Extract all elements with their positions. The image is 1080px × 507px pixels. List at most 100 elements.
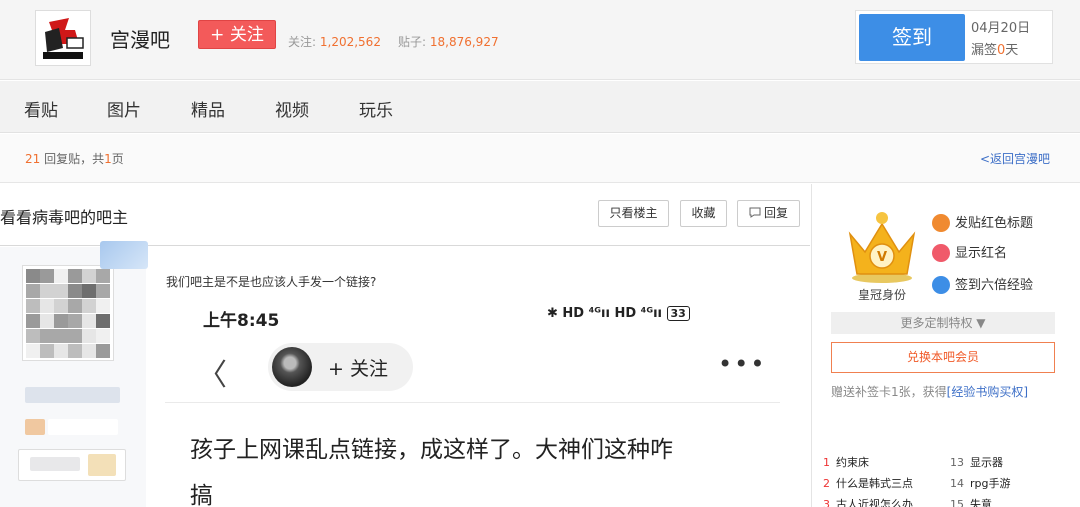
- hot-rank: 13: [950, 456, 964, 469]
- avatar-pixel: [40, 329, 54, 343]
- only-op-button[interactable]: 只看楼主: [598, 200, 669, 227]
- avatar-pixel: [54, 269, 68, 283]
- post-text: 我们吧主是不是也应该人手发一个链接?: [166, 275, 377, 289]
- avatar-pixel: [54, 314, 68, 328]
- avatar-pixel: [68, 299, 82, 313]
- gift-text: 赠送补签卡1张，获得: [831, 385, 947, 399]
- favorite-button[interactable]: 收藏: [680, 200, 727, 227]
- phone-follow-label: + 关注: [328, 358, 388, 380]
- nav-tab-fun[interactable]: 玩乐: [359, 96, 393, 121]
- member-badge-text: [30, 457, 80, 471]
- hot-topic[interactable]: 13 显示器: [950, 454, 1003, 470]
- back-to-forum-link[interactable]: <返回宫漫吧: [980, 150, 1050, 167]
- phone-time: 上午8:45: [203, 311, 280, 331]
- hot-rank: 1: [823, 456, 830, 469]
- post-stat: 贴子: 18,876,927: [398, 33, 499, 50]
- sign-in-button[interactable]: 签到: [859, 14, 965, 61]
- signal-icons: ✱ HD ⁴ᴳıı HD ⁴ᴳıı: [547, 306, 662, 321]
- follow-forum-button[interactable]: + 关注: [198, 20, 276, 49]
- hot-label: 古人近视怎么办: [836, 498, 913, 507]
- nav-tab-images[interactable]: 图片: [107, 96, 141, 121]
- back-arrow-icon: 〈: [197, 358, 227, 393]
- hot-topic[interactable]: 3 古人近视怎么办: [823, 496, 913, 507]
- avatar-pixel: [96, 269, 110, 283]
- nav-tab-video[interactable]: 视频: [275, 96, 309, 121]
- missed-label: 漏签: [971, 43, 998, 58]
- perk-label: 签到六倍经验: [955, 278, 1034, 293]
- nav-tab-posts[interactable]: 看贴: [24, 96, 58, 121]
- reply-count: 21: [25, 152, 41, 166]
- page-label: 页: [111, 152, 124, 166]
- forum-name[interactable]: 宫漫吧: [110, 24, 170, 53]
- hot-label: 失意: [970, 498, 992, 507]
- phone-follow-pill: + 关注: [268, 343, 413, 391]
- avatar-pixel: [96, 299, 110, 313]
- avatar-pixel: [40, 344, 54, 358]
- avatar-pixel: [54, 299, 68, 313]
- avatar-pixel: [54, 344, 68, 358]
- exchange-membership-button[interactable]: 兑换本吧会员: [831, 342, 1055, 373]
- follower-label: 关注:: [288, 35, 317, 49]
- more-dots-icon: •••: [718, 350, 767, 378]
- avatar-pixel: [26, 329, 40, 343]
- forum-logo[interactable]: [35, 10, 91, 66]
- phone-divider: [165, 402, 780, 403]
- author-avatar: [22, 265, 114, 361]
- avatar-pixel: [96, 344, 110, 358]
- hot-topic[interactable]: 2 什么是韩式三点: [823, 475, 913, 491]
- hot-topic[interactable]: 1 约束床: [823, 454, 869, 470]
- reply-label: 回复贴，共: [44, 152, 105, 166]
- thread-info-strip: 21 回复贴，共1页 <返回宫漫吧: [0, 134, 1080, 183]
- perk-six-exp: 签到六倍经验: [932, 274, 1033, 295]
- sign-in-panel: 签到 04月20日 漏签0天: [855, 10, 1053, 64]
- battery-icon: 33: [666, 306, 690, 321]
- missed-sign-days: 漏签0天: [971, 39, 1018, 58]
- avatar-pixel: [82, 329, 96, 343]
- red-title-icon: [932, 213, 950, 232]
- exp-book-link[interactable]: [经验书购买权]: [947, 385, 1028, 399]
- hot-label: 约束床: [836, 456, 869, 469]
- avatar-pixel: [40, 284, 54, 298]
- follower-count: 1,202,562: [319, 35, 381, 49]
- avatar-pixel: [82, 314, 96, 328]
- thread-title: 看看病毒吧的吧主: [0, 208, 129, 227]
- member-badge-icon: [88, 454, 116, 476]
- phone-headline-line1: 孩子上网课乱点链接，成这样了。大神们这种咋: [190, 437, 673, 463]
- missed-unit: 天: [1005, 43, 1019, 58]
- avatar-pixel: [68, 284, 82, 298]
- more-privileges-toggle[interactable]: 更多定制特权 ▼: [831, 312, 1055, 334]
- nav-tab-featured[interactable]: 精品: [191, 96, 225, 121]
- avatar-pixel: [26, 284, 40, 298]
- forum-nav: 看贴 图片 精品 视频 玩乐: [0, 81, 1080, 133]
- post-count: 18,876,927: [429, 35, 499, 49]
- avatar-pixel: [96, 329, 110, 343]
- phone-headline-line2: 搞: [190, 483, 213, 507]
- hot-label: rpg手游: [970, 477, 1011, 490]
- hot-topic[interactable]: 15 失意: [950, 496, 992, 507]
- blue-badge: [100, 241, 148, 269]
- perk-label: 发贴红色标题: [955, 216, 1034, 231]
- avatar-pixel: [82, 269, 96, 283]
- avatar-pixel: [40, 314, 54, 328]
- avatar-pixel: [54, 329, 68, 343]
- username-blurred[interactable]: [25, 387, 120, 403]
- hot-topic[interactable]: 14 rpg手游: [950, 475, 1011, 491]
- avatar-pixel: [82, 344, 96, 358]
- crown-icon: V: [848, 212, 916, 283]
- reply-button[interactable]: 回复: [737, 200, 800, 227]
- hot-rank: 2: [823, 477, 830, 490]
- hot-rank: 15: [950, 498, 964, 507]
- avatar-pixel: [40, 299, 54, 313]
- phone-status-icons: ✱ HD ⁴ᴳıı HD ⁴ᴳıı 33: [547, 306, 690, 321]
- avatar-pixel: [54, 284, 68, 298]
- sign-exp-icon: [932, 275, 950, 294]
- avatar-pixel: [68, 329, 82, 343]
- reply-label: 回复: [763, 206, 788, 220]
- avatar-pixel: [96, 284, 110, 298]
- post-label: 贴子:: [398, 35, 427, 49]
- hot-rank: 3: [823, 498, 830, 507]
- phone-avatar: [272, 347, 312, 387]
- comment-icon: [749, 207, 761, 218]
- page-count: 1: [104, 152, 112, 166]
- avatar-pixel: [26, 344, 40, 358]
